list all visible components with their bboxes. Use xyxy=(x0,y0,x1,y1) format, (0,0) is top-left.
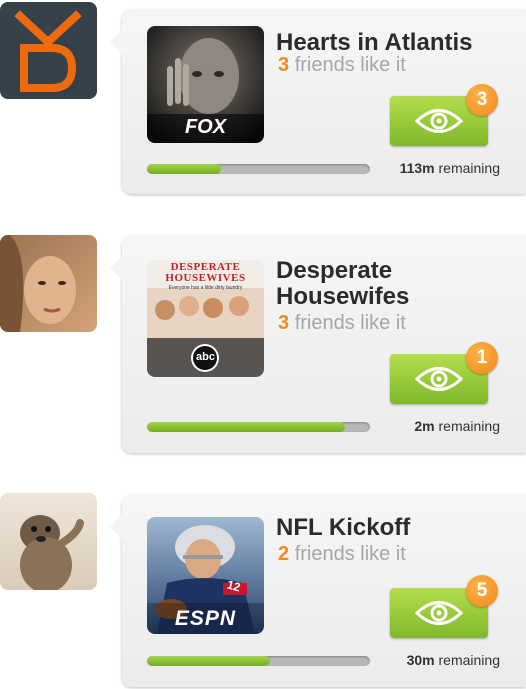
remaining-value: 113m xyxy=(399,160,435,176)
friends-badge: 1 xyxy=(466,342,498,374)
show-card[interactable]: DESPERATE HOUSEWIVES Everyone has a litt… xyxy=(110,236,526,453)
friends-badge: 3 xyxy=(466,84,498,116)
remaining-label: remaining xyxy=(438,160,500,176)
show-card[interactable]: FOX Hearts in Atlantis 3 friends like it… xyxy=(110,10,526,194)
show-title: Hearts in Atlantis xyxy=(276,29,473,56)
friend-avatar[interactable] xyxy=(0,493,97,590)
remaining-time: 2m remaining xyxy=(414,418,500,434)
eye-icon xyxy=(414,109,464,133)
show-title: Desperate Housewifes xyxy=(276,257,410,310)
network-logo: FOX xyxy=(184,116,227,138)
show-poster[interactable]: DESPERATE HOUSEWIVES Everyone has a litt… xyxy=(147,260,264,377)
friends-like-text: 3 friends like it xyxy=(278,54,406,77)
remaining-value: 2m xyxy=(414,418,435,434)
friends-badge: 5 xyxy=(466,575,498,607)
progress-bar xyxy=(147,422,370,432)
friends-label: friends like it xyxy=(294,312,406,334)
remaining-time: 113m remaining xyxy=(400,160,500,176)
friends-count: 2 xyxy=(278,543,290,565)
network-logo: abc xyxy=(196,351,215,363)
progress-bar xyxy=(147,164,370,174)
eye-icon xyxy=(414,367,464,391)
network-logo: ESPN xyxy=(174,607,237,630)
show-poster[interactable]: 12 ESPN xyxy=(147,517,264,634)
friends-count: 3 xyxy=(278,312,290,334)
friend-avatar[interactable] xyxy=(0,235,97,332)
progress-fill xyxy=(147,656,270,666)
poster-title: DESPERATE HOUSEWIVES xyxy=(165,261,246,284)
show-card[interactable]: 12 ESPN NFL Kickoff 2 friends like it 5 … xyxy=(110,495,526,687)
friends-label: friends like it xyxy=(294,543,406,565)
ok-logo-icon xyxy=(0,2,97,99)
app-logo xyxy=(0,2,97,99)
show-title: NFL Kickoff xyxy=(276,514,411,541)
friends-like-text: 2 friends like it xyxy=(278,543,406,566)
friends-count: 3 xyxy=(278,54,290,76)
progress-fill xyxy=(147,422,346,432)
remaining-time: 30m remaining xyxy=(407,652,500,668)
remaining-label: remaining xyxy=(438,418,500,434)
remaining-label: remaining xyxy=(438,652,500,668)
remaining-value: 30m xyxy=(406,652,435,668)
friends-label: friends like it xyxy=(294,54,406,76)
progress-bar xyxy=(147,656,370,666)
show-poster[interactable]: FOX xyxy=(147,26,264,143)
poster-tagline: Everyone has a little dirty laundry xyxy=(168,285,243,291)
eye-icon xyxy=(414,601,464,625)
progress-fill xyxy=(147,164,221,174)
friends-like-text: 3 friends like it xyxy=(278,312,406,335)
